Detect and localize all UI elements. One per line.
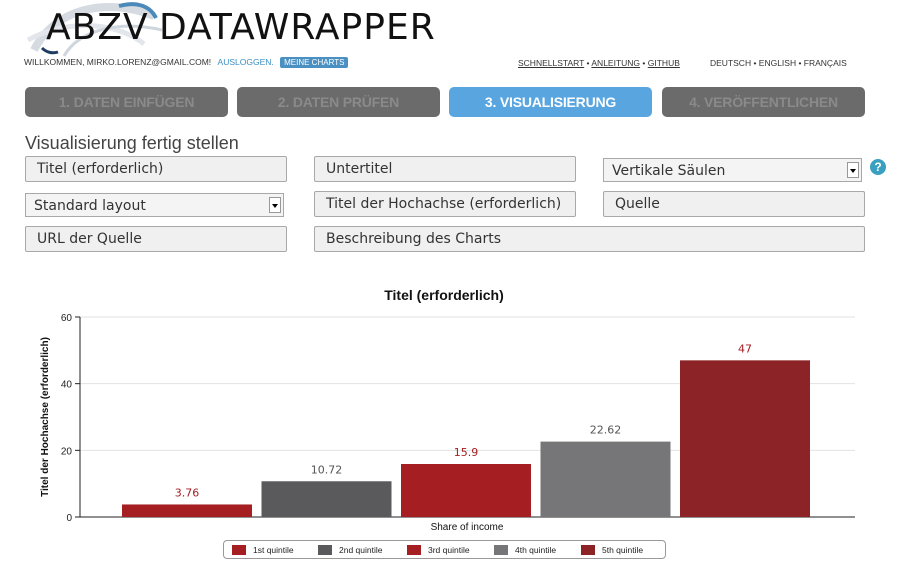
- bar-value-label: 3.76: [175, 486, 200, 499]
- bar-4: [540, 441, 671, 517]
- layout-value: Standard layout: [34, 198, 146, 214]
- legend-item: 1st quintile: [232, 545, 294, 556]
- legend-swatch: [581, 545, 595, 555]
- legend-swatch: [232, 545, 246, 555]
- y-tick-label: 40: [61, 380, 73, 391]
- user-line: WILLKOMMEN, MIRKO.LORENZ@GMAIL.COM! AUSL…: [24, 57, 349, 68]
- bar-3: [401, 464, 531, 517]
- y-axis-label: Titel der Hochachse (erforderlich): [40, 337, 51, 497]
- legend-label: 5th quintile: [602, 545, 644, 555]
- bar-1: [122, 504, 252, 517]
- bar-value-label: 15.9: [454, 446, 479, 459]
- select-arrow-icon: [269, 197, 281, 213]
- top-links: SCHNELLSTART • ANLEITUNG • GITHUB: [518, 58, 680, 68]
- chart-type-value: Vertikale Säulen: [612, 163, 726, 179]
- legend-label: 2nd quintile: [339, 545, 383, 555]
- language-switcher[interactable]: DEUTSCH • ENGLISH • FRANÇAIS: [710, 58, 847, 68]
- logo: ABZV DATAWRAPPER: [24, 0, 444, 60]
- section-title: Visualisierung fertig stellen: [25, 133, 239, 153]
- welcome-text: WILLKOMMEN, MIRKO.LORENZ@GMAIL.COM!: [24, 57, 212, 67]
- source-input[interactable]: Quelle: [603, 191, 865, 217]
- subtitle-input[interactable]: Untertitel: [314, 156, 576, 182]
- source-url-input[interactable]: URL der Quelle: [25, 226, 287, 252]
- description-input[interactable]: Beschreibung des Charts: [314, 226, 865, 252]
- step-4-button[interactable]: 4. VERÖFFENTLICHEN: [662, 87, 865, 117]
- legend-item: 4th quintile: [494, 545, 556, 556]
- step-1-button[interactable]: 1. DATEN EINFÜGEN: [25, 87, 228, 117]
- y-axis-title-input[interactable]: Titel der Hochachse (erforderlich): [314, 191, 576, 217]
- link-github[interactable]: GITHUB: [648, 58, 680, 68]
- legend-label: 1st quintile: [253, 545, 294, 555]
- link-anleitung[interactable]: ANLEITUNG: [591, 58, 640, 68]
- y-tick-label: 60: [61, 313, 73, 324]
- chart-title-input[interactable]: Titel (erforderlich): [25, 156, 287, 182]
- legend-swatch: [494, 545, 508, 555]
- x-axis-label: Share of income: [431, 522, 504, 533]
- chart-legend: 1st quintile 2nd quintile 3rd quintile 4th …: [223, 540, 666, 559]
- step-3-button[interactable]: 3. VISUALISIERUNG: [449, 87, 652, 117]
- link-schnellstart[interactable]: SCHNELLSTART: [518, 58, 584, 68]
- legend-item: 3rd quintile: [407, 545, 470, 556]
- bar-value-label: 10.72: [311, 463, 343, 476]
- bar-5: [680, 360, 810, 517]
- y-tick-label: 0: [66, 513, 72, 524]
- help-icon[interactable]: ?: [870, 159, 886, 175]
- layout-select[interactable]: Standard layout: [25, 193, 284, 217]
- step-navigation: 1. DATEN EINFÜGEN 2. DATEN PRÜFEN 3. VIS…: [25, 87, 865, 117]
- chart-svg: Titel (erforderlich) 0 20 40 60 Titel der Hoc…: [40, 287, 855, 533]
- legend-swatch: [318, 545, 332, 555]
- legend-label: 3rd quintile: [428, 545, 470, 555]
- bar-value-label: 22.62: [590, 424, 622, 437]
- legend-item: 5th quintile: [581, 545, 643, 556]
- bar-value-label: 47: [738, 342, 752, 355]
- legend-item: 2nd quintile: [318, 545, 382, 556]
- legend-swatch: [407, 545, 421, 555]
- y-tick-label: 20: [61, 446, 73, 457]
- logo-abzv-text: ABZV: [46, 7, 149, 48]
- logo-datawrapper-text: DATAWRAPPER: [159, 7, 436, 48]
- chart-preview: Titel (erforderlich) 0 20 40 60 Titel der Hoc…: [0, 280, 899, 574]
- chart-title: Titel (erforderlich): [384, 287, 504, 303]
- step-2-button[interactable]: 2. DATEN PRÜFEN: [237, 87, 440, 117]
- logout-link[interactable]: AUSLOGGEN.: [218, 57, 274, 67]
- my-charts-button[interactable]: MEINE CHARTS: [280, 57, 349, 68]
- bar-2: [261, 481, 392, 517]
- select-arrow-icon: [847, 162, 859, 178]
- chart-type-select[interactable]: Vertikale Säulen: [603, 158, 862, 182]
- legend-label: 4th quintile: [515, 545, 557, 555]
